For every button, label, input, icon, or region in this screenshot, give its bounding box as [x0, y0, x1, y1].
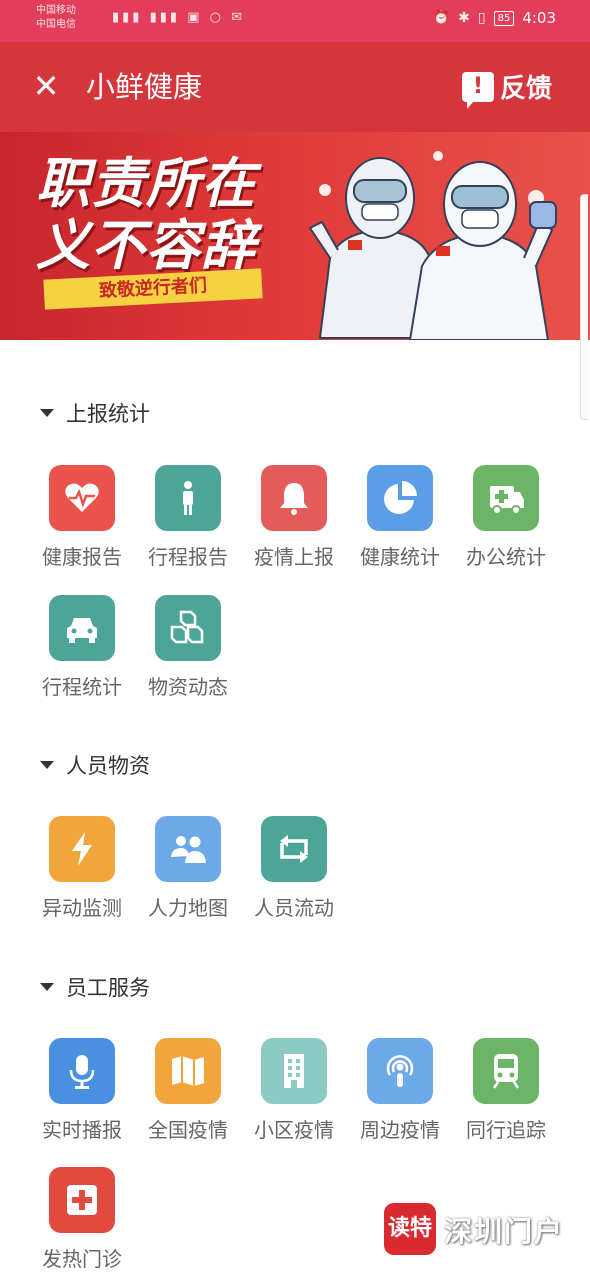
feedback-label: 反馈	[499, 74, 552, 104]
carrier-1: 中国移动	[36, 5, 76, 16]
section-title: 人员物资	[66, 754, 150, 778]
item-label: 人力地图	[148, 896, 228, 920]
close-icon[interactable]: ✕	[28, 66, 64, 106]
grid-item-fever-clinic[interactable]: 发热门诊	[30, 1167, 134, 1272]
alarm-icon: ⏰	[432, 10, 451, 26]
grid-item-epidemic-report[interactable]: 疫情上报	[242, 465, 346, 570]
item-label: 全国疫情	[148, 1118, 228, 1142]
item-label: 小区疫情	[254, 1118, 334, 1142]
car-icon	[49, 595, 115, 661]
people-icon	[155, 816, 221, 882]
banner[interactable]: 职责所在 义不容辞 致敬逆行者们	[0, 132, 590, 340]
section-title: 员工服务	[66, 976, 150, 1000]
grid-item-community-epidemic[interactable]: 小区疫情	[242, 1038, 346, 1143]
watermark-text: 深圳门户	[444, 1215, 565, 1248]
microphone-icon	[49, 1038, 115, 1104]
item-label: 疫情上报	[254, 545, 334, 569]
grid-item-travel-tracking[interactable]: 同行追踪	[454, 1038, 558, 1143]
map-icon	[155, 1038, 221, 1104]
grid-item-live-broadcast[interactable]: 实时播报	[30, 1038, 134, 1143]
item-label: 同行追踪	[466, 1118, 546, 1142]
item-label: 人员流动	[254, 896, 334, 920]
item-label: 异动监测	[42, 896, 122, 920]
watermark-logo: 读特	[384, 1203, 436, 1255]
item-label: 物资动态	[148, 675, 228, 699]
signal-icons: ▮▮▮ ▮▮▮ ▣ ○ ✉	[112, 10, 245, 25]
grid-item-personnel-flow[interactable]: 人员流动	[242, 816, 346, 921]
item-label: 实时播报	[42, 1118, 122, 1142]
title-bar: ✕ 小鲜健康 ! 反馈	[0, 42, 590, 132]
medical-workers-illustration	[308, 151, 557, 340]
item-label: 健康报告	[42, 545, 122, 569]
item-label: 发热门诊	[42, 1247, 122, 1271]
ambulance-icon	[473, 465, 539, 531]
item-label: 行程统计	[42, 675, 122, 699]
vibrate-icon: ▯	[477, 10, 486, 26]
banner-headline-1: 职责所在	[36, 152, 256, 215]
feedback-button[interactable]: ! 反馈	[461, 68, 552, 109]
podcast-icon	[367, 1038, 433, 1104]
scrollbar[interactable]	[580, 194, 588, 420]
chevron-down-icon	[40, 983, 54, 991]
section-header-services[interactable]: 员工服务	[40, 972, 150, 1002]
bell-icon	[261, 465, 327, 531]
person-icon	[155, 465, 221, 531]
chevron-down-icon	[40, 409, 54, 417]
medical-cross-icon	[49, 1167, 115, 1233]
chevron-down-icon	[40, 761, 54, 769]
item-label: 周边疫情	[360, 1118, 440, 1142]
grid-item-trip-stats[interactable]: 行程统计	[30, 595, 134, 700]
grid-item-anomaly-monitor[interactable]: 异动监测	[30, 816, 134, 921]
item-label: 健康统计	[360, 545, 440, 569]
item-label: 行程报告	[148, 545, 228, 569]
carrier-info: 中国移动 中国电信	[36, 4, 76, 32]
app-title: 小鲜健康	[86, 70, 203, 104]
banner-headline-2: 义不容辞	[36, 214, 256, 277]
feedback-icon: !	[461, 71, 494, 109]
lightning-icon	[49, 816, 115, 882]
grid-item-trip-report[interactable]: 行程报告	[136, 465, 240, 570]
building-icon	[261, 1038, 327, 1104]
section-header-report[interactable]: 上报统计	[40, 398, 150, 428]
repeat-icon	[261, 816, 327, 882]
heartbeat-icon	[49, 465, 115, 531]
grid-item-nearby-epidemic[interactable]: 周边疫情	[348, 1038, 452, 1143]
bluetooth-icon: ✱	[458, 10, 470, 26]
section-title: 上报统计	[66, 402, 150, 426]
clock: 4:03	[522, 9, 556, 27]
section-header-personnel[interactable]: 人员物资	[40, 750, 150, 780]
boxes-icon	[155, 595, 221, 661]
carrier-2: 中国电信	[36, 19, 76, 30]
grid-item-national-epidemic[interactable]: 全国疫情	[136, 1038, 240, 1143]
grid-item-health-stats[interactable]: 健康统计	[348, 465, 452, 570]
grid-item-office-stats[interactable]: 办公统计	[454, 465, 558, 570]
status-right: ⏰ ✱ ▯ 85 4:03	[433, 9, 556, 27]
grid-item-supplies[interactable]: 物资动态	[136, 595, 240, 700]
battery-indicator: 85	[493, 10, 515, 26]
status-bar: 中国移动 中国电信 ▮▮▮ ▮▮▮ ▣ ○ ✉ ⏰ ✱ ▯ 85 4:03	[0, 0, 590, 42]
train-icon	[473, 1038, 539, 1104]
grid-item-health-report[interactable]: 健康报告	[30, 465, 134, 570]
item-label: 办公统计	[466, 545, 546, 569]
grid-item-manpower-map[interactable]: 人力地图	[136, 816, 240, 921]
pie-chart-icon	[367, 465, 433, 531]
